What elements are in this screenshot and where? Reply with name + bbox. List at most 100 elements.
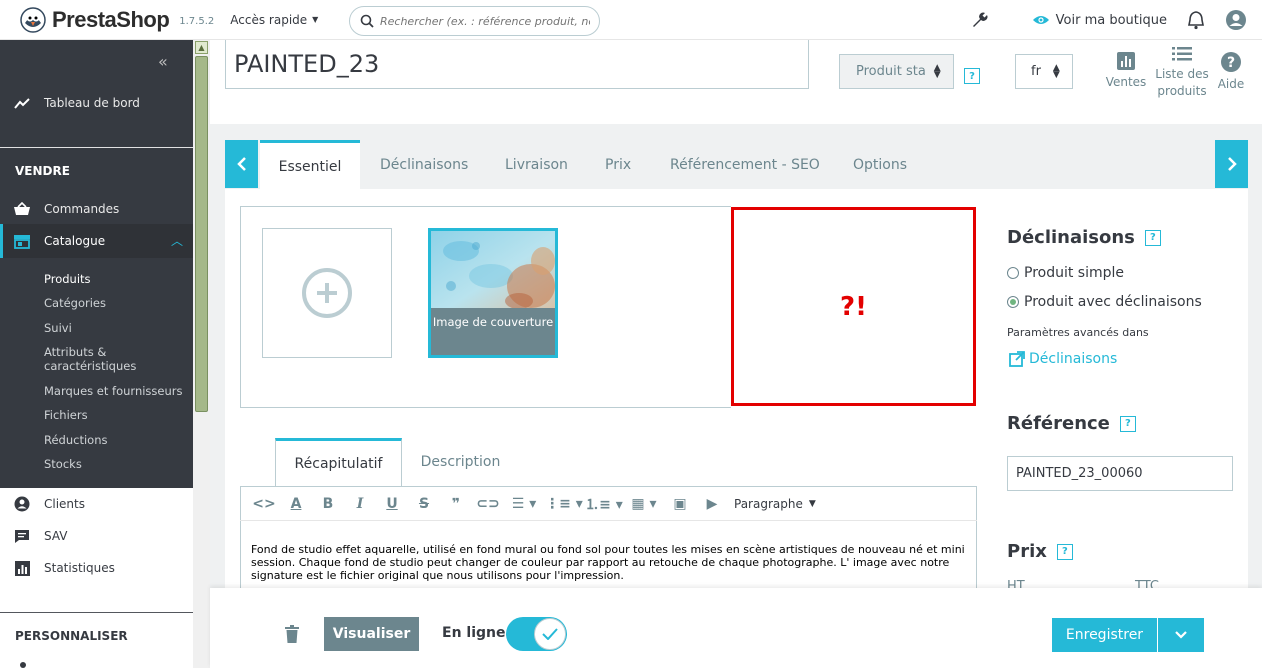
search-input[interactable] bbox=[380, 14, 590, 28]
trash-icon[interactable] bbox=[285, 625, 299, 643]
italic-icon[interactable]: I bbox=[344, 496, 376, 512]
sidebar-sub-attributes[interactable]: Attributs & caractéristiques bbox=[44, 345, 184, 373]
quote-icon[interactable]: ❞ bbox=[440, 496, 472, 512]
sidebar-item-stats[interactable]: Statistiques bbox=[0, 557, 193, 579]
preview-button[interactable]: Visualiser bbox=[324, 617, 419, 651]
link-icon[interactable]: ⊂⊃ bbox=[472, 496, 504, 512]
sidebar-sub-brands[interactable]: Marques et fournisseurs bbox=[44, 384, 183, 398]
cover-caption: Image de couverture bbox=[431, 308, 555, 355]
tab-seo[interactable]: Référencement - SEO bbox=[670, 140, 820, 189]
watercolor-thumbnail bbox=[431, 231, 555, 311]
table-dropdown-icon[interactable]: ▦ ▾ bbox=[624, 496, 664, 512]
bar-chart-icon bbox=[1117, 52, 1135, 70]
quick-access-label: Accès rapide bbox=[230, 12, 308, 27]
list-icon bbox=[1172, 47, 1192, 61]
numbered-list-dropdown-icon[interactable]: ⒈≡ ▾ bbox=[584, 494, 624, 514]
sidebar-item-label: Clients bbox=[44, 497, 85, 511]
sidebar-item-customers[interactable]: Clients bbox=[0, 493, 193, 515]
select-arrows-icon: ▲ ▼ bbox=[1052, 62, 1060, 80]
sales-button[interactable]: Ventes bbox=[1105, 52, 1147, 91]
tab-options[interactable]: Options bbox=[853, 140, 907, 189]
partial-icon bbox=[20, 662, 26, 668]
tab-next-button[interactable] bbox=[1215, 140, 1248, 188]
combinations-link[interactable]: Déclinaisons bbox=[1009, 351, 1117, 367]
editor-content[interactable]: Fond de studio effet aquarelle, utilisé … bbox=[251, 543, 969, 582]
radio-label: Produit avec déclinaisons bbox=[1024, 294, 1202, 310]
help-icon[interactable]: ? bbox=[964, 68, 980, 84]
sidebar-sub-stocks[interactable]: Stocks bbox=[44, 457, 82, 471]
toggle-knob bbox=[534, 618, 566, 650]
search-box[interactable] bbox=[349, 6, 600, 36]
sidebar-sub-products[interactable]: Produits bbox=[44, 272, 91, 286]
text-color-icon[interactable]: A bbox=[280, 496, 312, 512]
product-name-input[interactable] bbox=[225, 40, 809, 89]
help-icon[interactable]: ? bbox=[1144, 229, 1161, 246]
view-shop-link[interactable]: Voir ma boutique bbox=[1032, 13, 1167, 28]
format-dropdown[interactable]: Paragraphe ▼ bbox=[734, 497, 816, 511]
save-options-button[interactable] bbox=[1158, 618, 1204, 652]
reference-heading: Référence ? bbox=[1007, 413, 1136, 434]
image-icon[interactable]: ▣ bbox=[664, 496, 696, 512]
combinations-heading: Déclinaisons ? bbox=[1007, 227, 1161, 248]
radio-label: Produit simple bbox=[1024, 265, 1125, 281]
help-icon[interactable]: ? bbox=[1119, 415, 1136, 432]
user-account-icon[interactable] bbox=[1225, 9, 1247, 31]
sidebar-sub-discounts[interactable]: Réductions bbox=[44, 433, 107, 447]
sidebar-item-catalog[interactable]: Catalogue ︿ bbox=[0, 224, 193, 258]
align-dropdown-icon[interactable]: ☰ ▾ bbox=[504, 496, 544, 512]
product-list-button[interactable]: Liste des produits bbox=[1154, 46, 1210, 100]
section-sell-heading: VENDRE bbox=[15, 164, 70, 178]
tab-prev-button[interactable] bbox=[225, 140, 258, 188]
sidebar-sub-files[interactable]: Fichiers bbox=[44, 408, 88, 422]
user-circle-icon bbox=[14, 496, 30, 512]
quick-access-dropdown[interactable]: Accès rapide ▼ bbox=[230, 13, 318, 27]
media-icon[interactable]: ▶ bbox=[696, 496, 728, 512]
error-highlight-box: ?! bbox=[731, 207, 976, 406]
strikethrough-icon[interactable]: S bbox=[408, 496, 440, 512]
bold-icon[interactable]: B bbox=[312, 496, 344, 512]
online-label: En ligne bbox=[442, 625, 506, 641]
help-label: Aide bbox=[1217, 77, 1245, 91]
language-select[interactable]: fr ▲ ▼ bbox=[1015, 54, 1073, 89]
scrollbar-thumb[interactable] bbox=[195, 56, 208, 412]
divider bbox=[0, 612, 193, 613]
help-icon[interactable]: ? bbox=[1056, 543, 1073, 560]
tab-essential[interactable]: Essentiel bbox=[260, 140, 360, 189]
help-button[interactable]: ? Aide bbox=[1215, 52, 1247, 93]
scroll-up-arrow-icon[interactable]: ▲ bbox=[195, 41, 208, 54]
save-button[interactable]: Enregistrer bbox=[1052, 618, 1157, 652]
prestashop-logo[interactable]: PrestaShop 1.7.5.2 bbox=[20, 7, 214, 33]
reference-input[interactable] bbox=[1007, 456, 1233, 491]
tab-pricing[interactable]: Prix bbox=[605, 140, 631, 189]
sidebar-sub-monitoring[interactable]: Suivi bbox=[44, 321, 72, 335]
tab-shipping[interactable]: Livraison bbox=[505, 140, 568, 189]
wrench-icon[interactable] bbox=[970, 10, 990, 30]
sidebar-item-orders[interactable]: Commandes bbox=[0, 198, 193, 220]
online-toggle[interactable] bbox=[506, 617, 567, 651]
bell-icon[interactable] bbox=[1187, 10, 1205, 30]
combinations-title: Déclinaisons bbox=[1007, 227, 1135, 248]
chat-icon bbox=[15, 529, 29, 543]
code-view-icon[interactable]: <> bbox=[248, 496, 280, 512]
add-image-button[interactable] bbox=[262, 228, 392, 358]
cover-image[interactable]: Image de couverture bbox=[428, 228, 558, 358]
sidebar-item-sav[interactable]: SAV bbox=[0, 525, 193, 547]
tab-description[interactable]: Description bbox=[402, 438, 519, 486]
language-value: fr bbox=[1031, 64, 1041, 79]
chevron-up-icon: ︿ bbox=[170, 234, 183, 248]
product-type-select[interactable]: Produit sta ▲ ▼ bbox=[839, 54, 954, 89]
help-circle-icon: ? bbox=[1221, 52, 1241, 72]
plus-circle-icon bbox=[302, 268, 352, 318]
radio-button-selected[interactable] bbox=[1007, 296, 1019, 308]
radio-simple-product[interactable]: Produit simple bbox=[1007, 265, 1124, 281]
svg-text:?: ? bbox=[1227, 55, 1235, 71]
bullet-list-dropdown-icon[interactable]: ⋮≡ ▾ bbox=[544, 496, 584, 512]
radio-button[interactable] bbox=[1007, 267, 1019, 279]
underline-icon[interactable]: U bbox=[376, 496, 408, 512]
tab-combinations[interactable]: Déclinaisons bbox=[380, 140, 468, 189]
sidebar-sub-categories[interactable]: Catégories bbox=[44, 296, 106, 310]
radio-product-with-combinations[interactable]: Produit avec déclinaisons bbox=[1007, 294, 1202, 310]
view-shop-label: Voir ma boutique bbox=[1055, 12, 1167, 28]
sidebar-item-dashboard[interactable]: Tableau de bord bbox=[0, 92, 193, 114]
tab-summary[interactable]: Récapitulatif bbox=[275, 438, 402, 486]
